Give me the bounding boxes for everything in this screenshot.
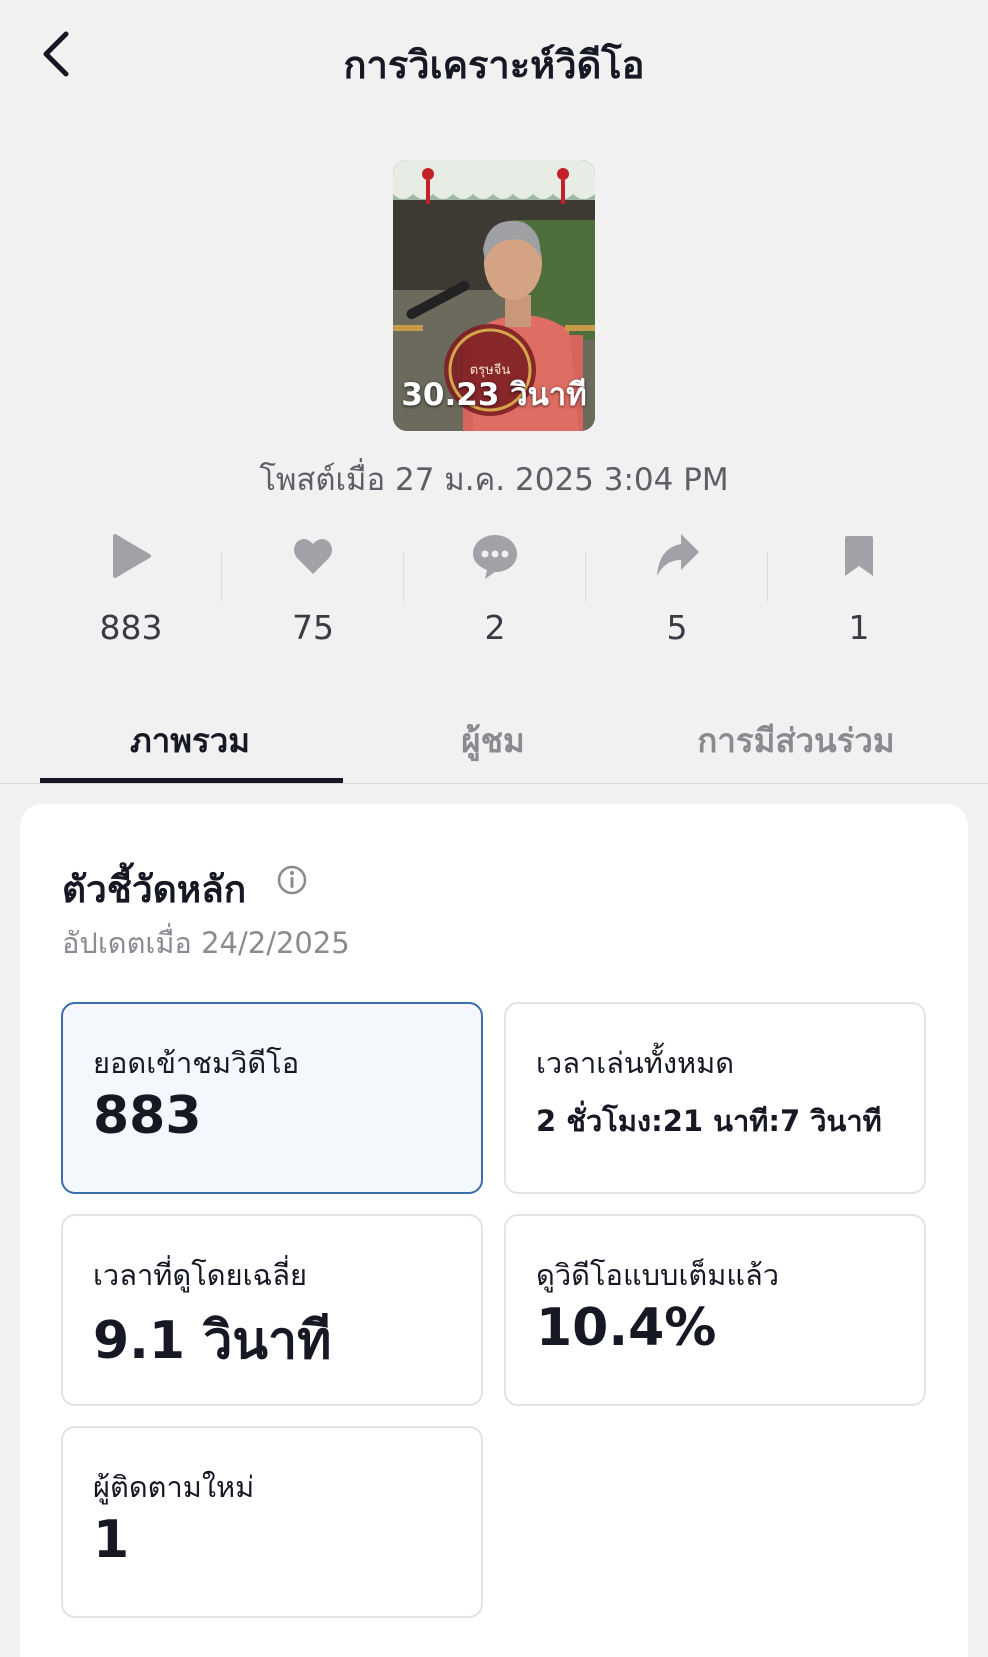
metric-label: ผู้ติดตามใหม่ <box>93 1470 255 1504</box>
metric-value: 883 <box>93 1086 202 1146</box>
video-duration: 30.23 วินาที <box>401 377 587 413</box>
tab-overview[interactable]: ภาพรวม <box>30 714 350 767</box>
updated-date: อัปเดตเมื่อ 24/2/2025 <box>62 926 350 960</box>
active-tab-indicator <box>40 778 343 783</box>
metric-label: เวลาที่ดูโดยเฉลี่ย <box>93 1258 308 1292</box>
metric-value: 2 ชั่วโมง:21 นาที:7 วินาที <box>536 1104 882 1138</box>
share-icon <box>657 534 699 576</box>
analytics-tabs: ภาพรวม ผู้ชม การมีส่วนร่วม <box>0 700 988 784</box>
metric-label: ยอดเข้าชมวิดีโอ <box>93 1046 300 1080</box>
section-title: ตัวชี้วัดหลัก <box>62 868 247 911</box>
video-analytics-page: การวิเคราะห์วิดีโอ ตรุษจีน 30.23 วินาที … <box>0 0 988 1657</box>
metric-total-play-time[interactable]: เวลาเล่นทั้งหมด 2 ชั่วโมง:21 นาที:7 วินา… <box>504 1002 926 1194</box>
stat-likes-value: 75 <box>292 608 334 647</box>
info-icon[interactable] <box>276 864 308 896</box>
play-icon <box>113 534 151 578</box>
stat-saves-value: 1 <box>848 608 870 647</box>
metric-video-views[interactable]: ยอดเข้าชมวิดีโอ 883 <box>61 1002 483 1194</box>
bookmark-icon <box>845 536 873 576</box>
video-thumbnail[interactable]: ตรุษจีน 30.23 วินาที <box>393 160 595 431</box>
posted-date: โพสต์เมื่อ 27 ม.ค. 2025 3:04 PM <box>259 462 729 498</box>
stat-comments-value: 2 <box>484 608 506 647</box>
stat-likes: 75 <box>222 530 404 650</box>
stat-saves: 1 <box>768 530 950 650</box>
metric-label: ดูวิดีโอแบบเต็มแล้ว <box>536 1258 780 1292</box>
header: การวิเคราะห์วิดีโอ <box>0 0 988 120</box>
stat-shares-value: 5 <box>666 608 688 647</box>
metric-new-followers[interactable]: ผู้ติดตามใหม่ 1 <box>61 1426 483 1618</box>
metric-label: เวลาเล่นทั้งหมด <box>536 1046 735 1080</box>
tab-engagement[interactable]: การมีส่วนร่วม <box>636 714 956 767</box>
engagement-stats: 883 75 2 5 1 <box>40 530 948 650</box>
metric-watched-full-video[interactable]: ดูวิดีโอแบบเต็มแล้ว 10.4% <box>504 1214 926 1406</box>
metric-value: 10.4% <box>536 1298 717 1358</box>
stat-comments: 2 <box>404 530 586 650</box>
metric-average-watch-time[interactable]: เวลาที่ดูโดยเฉลี่ย 9.1 วินาที <box>61 1214 483 1406</box>
metric-value: 9.1 วินาที <box>93 1311 332 1371</box>
stat-views: 883 <box>40 530 222 650</box>
stat-views-value: 883 <box>99 608 163 647</box>
metric-value: 1 <box>93 1510 130 1570</box>
heart-icon <box>294 538 332 574</box>
key-metrics-card: ตัวชี้วัดหลัก อัปเดตเมื่อ 24/2/2025 ยอดเ… <box>20 804 968 1657</box>
comment-icon <box>473 535 517 579</box>
tab-viewers[interactable]: ผู้ชม <box>333 714 653 767</box>
page-title: การวิเคราะห์วิดีโอ <box>343 43 645 87</box>
stat-shares: 5 <box>586 530 768 650</box>
